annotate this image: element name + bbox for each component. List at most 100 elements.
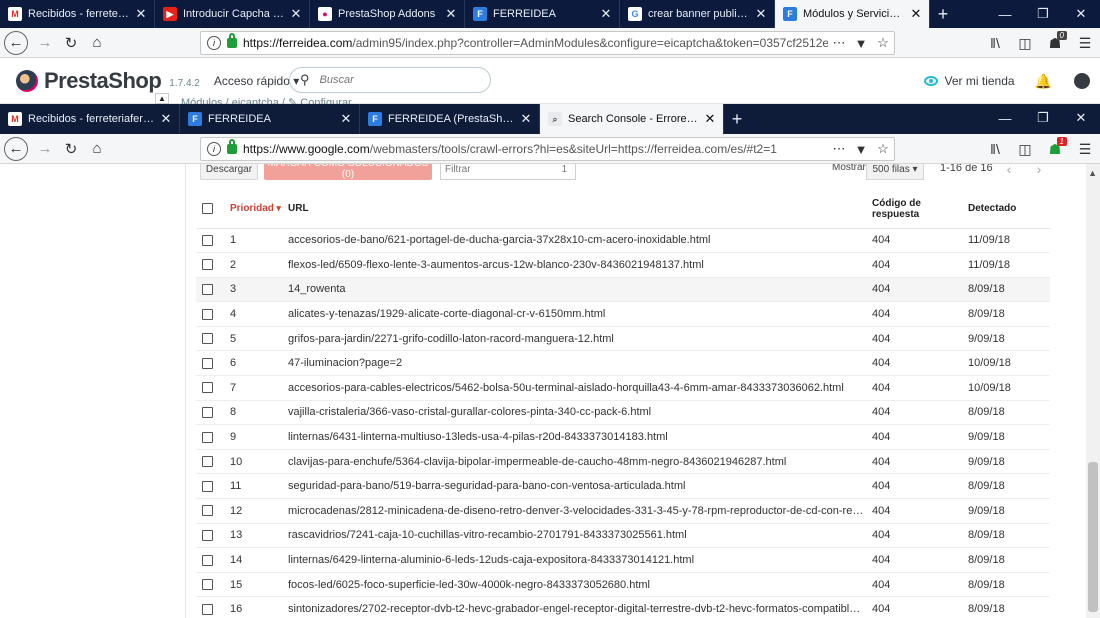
table-row[interactable]: 1 accesorios-de-bano/621-portagel-de-duch… <box>196 228 1050 254</box>
notifications-bell-icon[interactable]: 🔔 <box>1035 73 1052 90</box>
view-shop-link[interactable]: Ver mi tienda <box>945 74 1015 88</box>
close-tab-icon[interactable]: ✕ <box>909 6 923 22</box>
row-checkbox[interactable] <box>202 382 213 394</box>
home-button[interactable]: ⌂ <box>84 136 110 162</box>
url-cell[interactable]: 14_rowenta <box>288 277 872 303</box>
pocket-icon[interactable]: ▼ <box>850 142 872 157</box>
minimize-icon[interactable]: — <box>986 0 1024 28</box>
url-cell[interactable]: sintonizadores/2702-receptor-dvb-t2-hevc… <box>288 596 872 618</box>
response-code-column-header[interactable]: Código de respuesta <box>872 190 968 229</box>
filter-input[interactable]: Filtrar 1 <box>440 164 576 180</box>
select-all-checkbox[interactable] <box>202 203 213 215</box>
priority-column-header[interactable]: Prioridad <box>224 190 288 229</box>
browser-tab[interactable]: ▶ Introducir Capcha en el footer ✕ <box>155 0 310 28</box>
row-checkbox[interactable] <box>202 480 213 492</box>
browser-tab[interactable]: F FERREIDEA ✕ <box>180 104 360 134</box>
close-tab-icon[interactable]: ✕ <box>339 111 353 127</box>
table-row[interactable]: 13 rascavidrios/7241-caja-10-cuchillas-vi… <box>196 523 1050 549</box>
collapse-sidebar-icon[interactable]: ▲ <box>155 93 169 104</box>
url-cell[interactable]: vajilla-cristaleria/366-vaso-cristal-gur… <box>288 400 872 426</box>
address-bar[interactable]: i https://www.google.com/webmasters/tool… <box>200 137 895 161</box>
url-cell[interactable]: linternas/6431-linterna-multiuso-13leds-… <box>288 424 872 450</box>
reload-button[interactable]: ↻ <box>58 136 84 162</box>
table-row[interactable]: 14 linternas/6429-linterna-aluminio-6-led… <box>196 547 1050 573</box>
url-cell[interactable]: grifos-para-jardin/2271-grifo-codillo-la… <box>288 326 872 352</box>
url-cell[interactable]: linternas/6429-linterna-aluminio-6-leds-… <box>288 547 872 573</box>
bookmark-star-icon[interactable]: ☆ <box>872 35 894 51</box>
close-tab-icon[interactable]: ✕ <box>134 6 148 22</box>
close-tab-icon[interactable]: ✕ <box>444 6 458 22</box>
url-cell[interactable]: 47-iluminacion?page=2 <box>288 350 872 377</box>
new-tab-button[interactable]: + <box>724 104 750 134</box>
browser-tab[interactable]: M Recibidos - ferreteriaferreidea@ ✕ <box>0 104 180 134</box>
url-cell[interactable]: accesorios-de-bano/621-portagel-de-ducha… <box>288 228 872 254</box>
rows-per-page-select[interactable]: 500 filas ▾ <box>866 164 924 180</box>
row-checkbox[interactable] <box>202 456 213 468</box>
close-window-icon[interactable]: ✕ <box>1062 0 1100 28</box>
table-row[interactable]: 4 alicates-y-tenazas/1929-alicate-corte-d… <box>196 301 1050 327</box>
forward-button[interactable]: → <box>32 30 58 56</box>
browser-tab[interactable]: M Recibidos - ferreteriaferreid ✕ <box>0 0 155 28</box>
maximize-icon[interactable]: ❐ <box>1024 104 1062 132</box>
previous-page-button[interactable]: ‹ <box>996 164 1022 180</box>
user-account-icon[interactable] <box>1074 73 1090 89</box>
minimize-icon[interactable]: — <box>986 104 1024 132</box>
close-window-icon[interactable]: ✕ <box>1062 104 1100 132</box>
table-row[interactable]: 9 linternas/6431-linterna-multiuso-13leds… <box>196 424 1050 450</box>
table-row[interactable]: 7 accesorios-para-cables-electricos/5462-… <box>196 375 1050 401</box>
browser-tab[interactable]: F Módulos y Servicios • FERREIDEA ✕ <box>775 0 930 28</box>
browser-tab[interactable]: F FERREIDEA ✕ <box>465 0 620 28</box>
extension-icon[interactable]: ☗ 1 <box>1040 136 1070 158</box>
sidebar-icon[interactable]: ◫ <box>1010 141 1040 158</box>
url-cell[interactable]: flexos-led/6509-flexo-lente-3-aumentos-a… <box>288 252 872 278</box>
menu-icon[interactable]: ☰ <box>1070 35 1100 52</box>
scrollbar-thumb[interactable] <box>1088 462 1098 612</box>
row-checkbox[interactable] <box>202 259 213 271</box>
table-row[interactable]: 6 47-iluminacion?page=2 404 10/09/18 <box>196 350 1050 377</box>
browser-tab[interactable]: ● PrestaShop Addons ✕ <box>310 0 465 28</box>
row-checkbox[interactable] <box>202 284 213 296</box>
back-button[interactable]: ← <box>4 136 28 161</box>
url-cell[interactable]: focos-led/6025-foco-superficie-led-30w-4… <box>288 572 872 598</box>
row-checkbox[interactable] <box>202 530 213 542</box>
scroll-up-arrow-icon[interactable]: ▲ <box>1088 168 1097 178</box>
row-checkbox[interactable] <box>202 234 213 246</box>
table-row[interactable]: 5 grifos-para-jardin/2271-grifo-codillo-l… <box>196 326 1050 352</box>
row-checkbox[interactable] <box>202 603 213 615</box>
address-bar[interactable]: i https://ferreidea.com/admin95/index.ph… <box>200 31 895 55</box>
more-actions-icon[interactable]: ⋯ <box>828 141 850 157</box>
table-row[interactable]: 10 clavijas-para-enchufe/5364-clavija-bip… <box>196 449 1050 475</box>
row-checkbox[interactable] <box>202 407 213 419</box>
row-checkbox[interactable] <box>202 308 213 320</box>
info-icon[interactable]: i <box>207 142 221 156</box>
download-button[interactable]: Descargar <box>200 164 258 180</box>
close-tab-icon[interactable]: ✕ <box>159 111 173 127</box>
table-row[interactable]: 8 vajilla-cristaleria/366-vaso-cristal-gu… <box>196 400 1050 426</box>
browser-tab[interactable]: Gcrear banner publicidad ✕ <box>620 0 775 28</box>
url-cell[interactable]: rascavidrios/7241-caja-10-cuchillas-vitr… <box>288 523 872 549</box>
table-row[interactable]: 12 microcadenas/2812-minicadena-de-diseno… <box>196 498 1050 524</box>
table-row[interactable]: 16 sintonizadores/2702-receptor-dvb-t2-he… <box>196 596 1050 618</box>
reload-button[interactable]: ↻ <box>58 30 84 56</box>
mark-as-fixed-button[interactable]: MARCAR COMO SOLUCIONADOS (0) <box>264 164 432 180</box>
admin-search-input[interactable] <box>319 74 470 86</box>
detected-column-header[interactable]: Detectado <box>968 190 1050 229</box>
maximize-icon[interactable]: ❐ <box>1024 0 1062 28</box>
pocket-icon[interactable]: ▼ <box>850 36 872 51</box>
row-checkbox[interactable] <box>202 431 213 443</box>
table-row[interactable]: 3 14_rowenta 404 8/09/18 <box>196 277 1050 303</box>
url-cell[interactable]: accesorios-para-cables-electricos/5462-b… <box>288 375 872 401</box>
page-scrollbar[interactable]: ▲ <box>1086 164 1100 618</box>
close-tab-icon[interactable]: ✕ <box>754 6 768 22</box>
close-tab-icon[interactable]: ✕ <box>519 111 533 127</box>
library-icon[interactable]: ‖\ <box>980 35 1010 51</box>
address-text[interactable]: https://ferreidea.com/admin95/index.php?… <box>243 36 828 50</box>
library-icon[interactable]: ‖\ <box>980 141 1010 157</box>
table-row[interactable]: 11 seguridad-para-bano/519-barra-segurida… <box>196 473 1050 500</box>
browser-tab[interactable]: F FERREIDEA (PrestaShop™) ✕ <box>360 104 540 134</box>
extension-icon[interactable]: ☗ 0 <box>1040 30 1070 52</box>
url-cell[interactable]: alicates-y-tenazas/1929-alicate-corte-di… <box>288 301 872 327</box>
row-checkbox[interactable] <box>202 505 213 517</box>
home-button[interactable]: ⌂ <box>84 30 110 56</box>
url-cell[interactable]: clavijas-para-enchufe/5364-clavija-bipol… <box>288 449 872 475</box>
